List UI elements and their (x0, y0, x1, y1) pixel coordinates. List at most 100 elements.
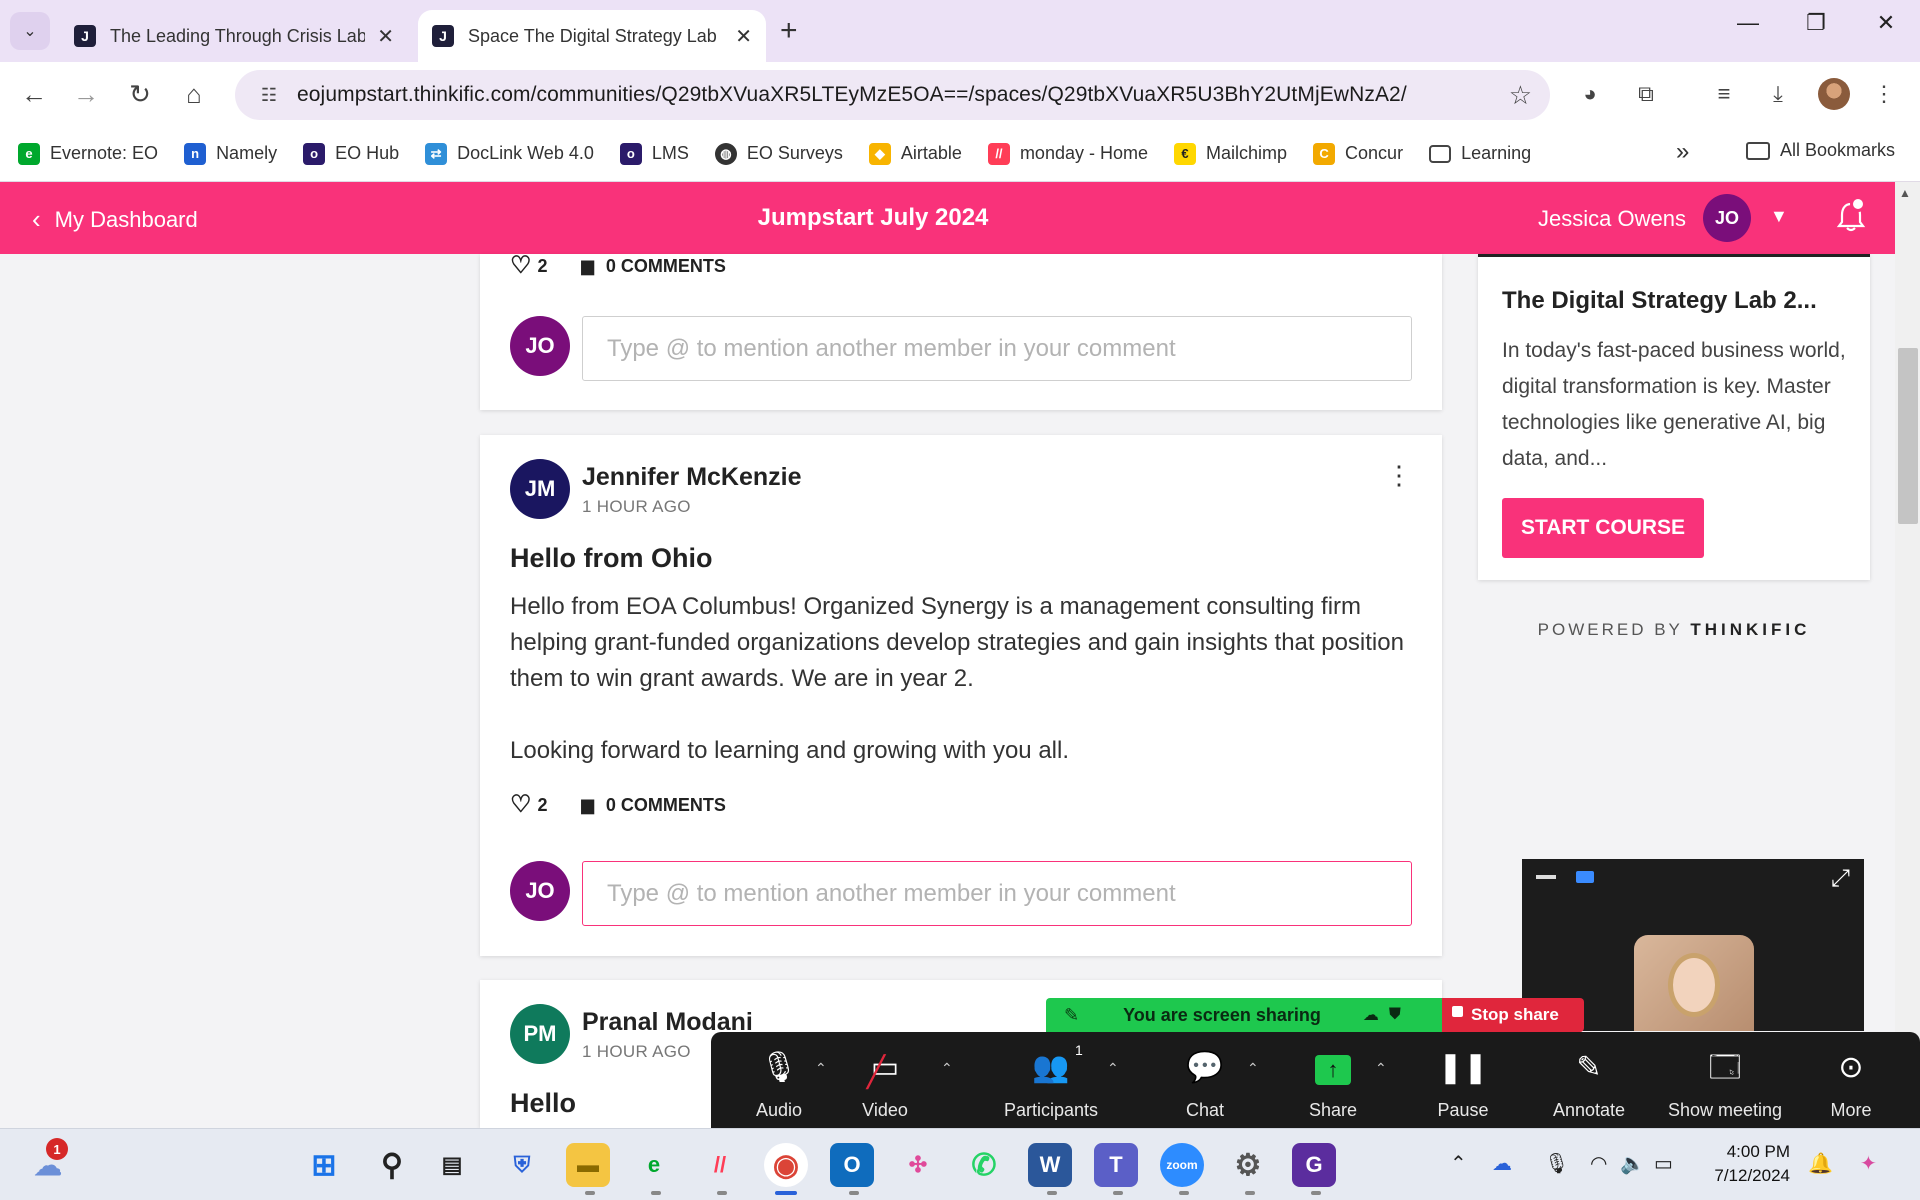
browser-menu-icon[interactable]: ⋮ (1866, 76, 1902, 112)
notifications-bell-icon[interactable]: 🔔 (1808, 1151, 1833, 1176)
zoom-icon[interactable]: zoom (1160, 1143, 1204, 1187)
show-meeting-button[interactable]: 🗔 Show meeting (1655, 1046, 1795, 1121)
view-toggle-icon[interactable] (1576, 871, 1594, 883)
extension-color-icon[interactable]: ◕ (1572, 76, 1608, 112)
evernote-icon[interactable]: e (632, 1143, 676, 1187)
comment-icon[interactable]: ▆ (582, 795, 594, 815)
more-bookmarks-icon[interactable]: » (1676, 138, 1689, 166)
whatsapp-icon[interactable]: ✆ (962, 1143, 1006, 1187)
user-name[interactable]: Jessica Owens (1538, 206, 1686, 232)
onedrive-icon[interactable]: ☁ (1492, 1151, 1512, 1176)
page-scrollbar[interactable] (1895, 182, 1920, 1128)
minimize-window-icon[interactable]: — (1728, 10, 1768, 36)
home-icon[interactable]: ⌂ (174, 76, 214, 112)
bookmark-learning-folder[interactable]: Learning (1429, 143, 1531, 164)
word-icon[interactable]: W (1028, 1143, 1072, 1187)
settings-gear-icon[interactable]: ⚙ (1226, 1143, 1270, 1187)
reload-icon[interactable]: ↻ (120, 76, 160, 112)
monday-icon[interactable]: // (698, 1143, 742, 1187)
bookmark-eo-surveys[interactable]: ◍ EO Surveys (714, 142, 843, 165)
pause-share-button[interactable]: ❚❚ Pause (1403, 1046, 1523, 1121)
file-explorer-icon[interactable]: ▬ (566, 1143, 610, 1187)
download-icon[interactable]: ⤓ (1760, 76, 1796, 112)
start-course-button[interactable]: START COURSE (1502, 498, 1704, 558)
app-g-icon[interactable]: G (1292, 1143, 1336, 1187)
slack-icon[interactable]: ✣ (896, 1143, 940, 1187)
scroll-up-icon[interactable]: ▲ (1899, 186, 1911, 200)
share-button[interactable]: ↑ Share (1273, 1046, 1393, 1121)
scrollbar-thumb[interactable] (1898, 348, 1918, 524)
microphone-icon[interactable]: 🎙 (1544, 1151, 1569, 1176)
defender-icon[interactable]: ⛨ (500, 1143, 544, 1187)
author-avatar[interactable]: PM (510, 1004, 570, 1064)
participants-button[interactable]: 👥 Participants (991, 1046, 1111, 1121)
comment-input[interactable] (582, 861, 1412, 926)
profile-avatar[interactable] (1818, 78, 1850, 110)
site-info-icon[interactable]: ☷ (249, 85, 289, 106)
back-arrow-icon[interactable]: ← (14, 76, 54, 112)
close-tab-icon[interactable]: ✕ (735, 24, 752, 49)
bookmark-eo-hub[interactable]: o EO Hub (303, 142, 399, 165)
close-window-icon[interactable]: ✕ (1866, 10, 1906, 36)
tab-search-button[interactable]: ⌄ (10, 12, 50, 50)
extensions-puzzle-icon[interactable]: ⧉ (1628, 76, 1664, 112)
expand-icon[interactable]: ⤢ (1831, 865, 1850, 893)
minimize-icon[interactable] (1536, 875, 1556, 879)
battery-icon[interactable]: ▭ (1654, 1151, 1673, 1176)
powered-by-thinkific[interactable]: POWERED BY THINKIFIC (1478, 620, 1870, 640)
tray-overflow-icon[interactable]: ⌃ (1450, 1151, 1467, 1176)
annotate-button[interactable]: ✎ Annotate (1529, 1046, 1649, 1121)
search-icon[interactable]: ⚲ (370, 1143, 414, 1187)
url-text[interactable]: eojumpstart.thinkific.com/communities/Q2… (297, 83, 1407, 107)
participants-options-caret-icon[interactable]: ⌃ (1107, 1060, 1119, 1077)
media-control-icon[interactable]: ≡ (1706, 76, 1742, 112)
comment-icon[interactable]: ▆ (582, 256, 594, 276)
comment-input[interactable] (582, 316, 1412, 381)
bookmark-doclink[interactable]: ⇄ DocLink Web 4.0 (425, 142, 594, 165)
tab-digital-strategy-lab[interactable]: J Space The Digital Strategy Lab | ✕ (418, 10, 766, 62)
tab-leading-through-crisis[interactable]: J The Leading Through Crisis Lab ✕ (60, 10, 408, 62)
heart-icon[interactable]: ♡ (510, 793, 532, 817)
system-clock[interactable]: 4:00 PM 7/12/2024 (1690, 1140, 1790, 1188)
comment-count[interactable]: 0 COMMENTS (606, 795, 726, 816)
video-options-caret-icon[interactable]: ⌃ (941, 1060, 953, 1077)
user-avatar[interactable]: JO (1703, 194, 1751, 242)
address-bar[interactable]: ☷ eojumpstart.thinkific.com/communities/… (235, 70, 1550, 120)
share-options-caret-icon[interactable]: ⌃ (1375, 1060, 1387, 1077)
bookmark-concur[interactable]: C Concur (1313, 142, 1403, 165)
bookmark-monday[interactable]: //monday - Home (987, 142, 1148, 165)
chat-button[interactable]: 💬 Chat (1145, 1046, 1265, 1121)
chrome-icon[interactable]: ◉ (764, 1143, 808, 1187)
pin-icon[interactable]: ✎ (1064, 1005, 1079, 1026)
bookmark-namely[interactable]: n Namely (184, 142, 277, 165)
task-view-icon[interactable]: ▤ (430, 1143, 474, 1187)
course-card-title[interactable]: The Digital Strategy Lab 2... (1502, 287, 1817, 315)
all-bookmarks-button[interactable]: All Bookmarks (1746, 140, 1895, 161)
new-tab-button[interactable]: + (780, 14, 798, 48)
heart-icon[interactable]: ♡ (510, 254, 532, 278)
forward-arrow-icon[interactable]: → (66, 76, 106, 112)
outlook-icon[interactable]: O (830, 1143, 874, 1187)
bookmark-mailchimp[interactable]: € Mailchimp (1174, 142, 1287, 165)
wifi-icon[interactable]: ◠ (1590, 1151, 1607, 1176)
video-button[interactable]: ▭ ╱ Video (825, 1046, 945, 1121)
author-avatar[interactable]: JM (510, 459, 570, 519)
stop-share-button[interactable]: Stop share (1442, 998, 1584, 1032)
bookmark-evernote[interactable]: e Evernote: EO (18, 142, 158, 165)
copilot-icon[interactable]: ✦ (1860, 1151, 1877, 1176)
restore-window-icon[interactable]: ❐ (1796, 10, 1836, 36)
caret-down-icon[interactable]: ▼ (1770, 206, 1788, 227)
windows-start-icon[interactable]: ⊞ (302, 1143, 346, 1187)
speaker-icon[interactable]: 🔈 (1620, 1151, 1645, 1176)
bookmark-star-icon[interactable]: ☆ (1509, 80, 1532, 111)
bookmark-airtable[interactable]: ◆ Airtable (868, 142, 962, 165)
comment-count[interactable]: 0 COMMENTS (606, 256, 726, 277)
more-options-icon[interactable]: ⋮ (1386, 462, 1412, 488)
audio-button[interactable]: 🎙 Audio (719, 1046, 839, 1121)
teams-icon[interactable]: T (1094, 1143, 1138, 1187)
more-button[interactable]: ⊙ More (1791, 1046, 1911, 1121)
author-name[interactable]: Jennifer McKenzie (582, 463, 802, 492)
bookmark-lms[interactable]: o LMS (619, 142, 689, 165)
chat-options-caret-icon[interactable]: ⌃ (1247, 1060, 1259, 1077)
screen-sharing-banner[interactable]: ✎ You are screen sharing ☁ ⛊ (1046, 998, 1442, 1032)
